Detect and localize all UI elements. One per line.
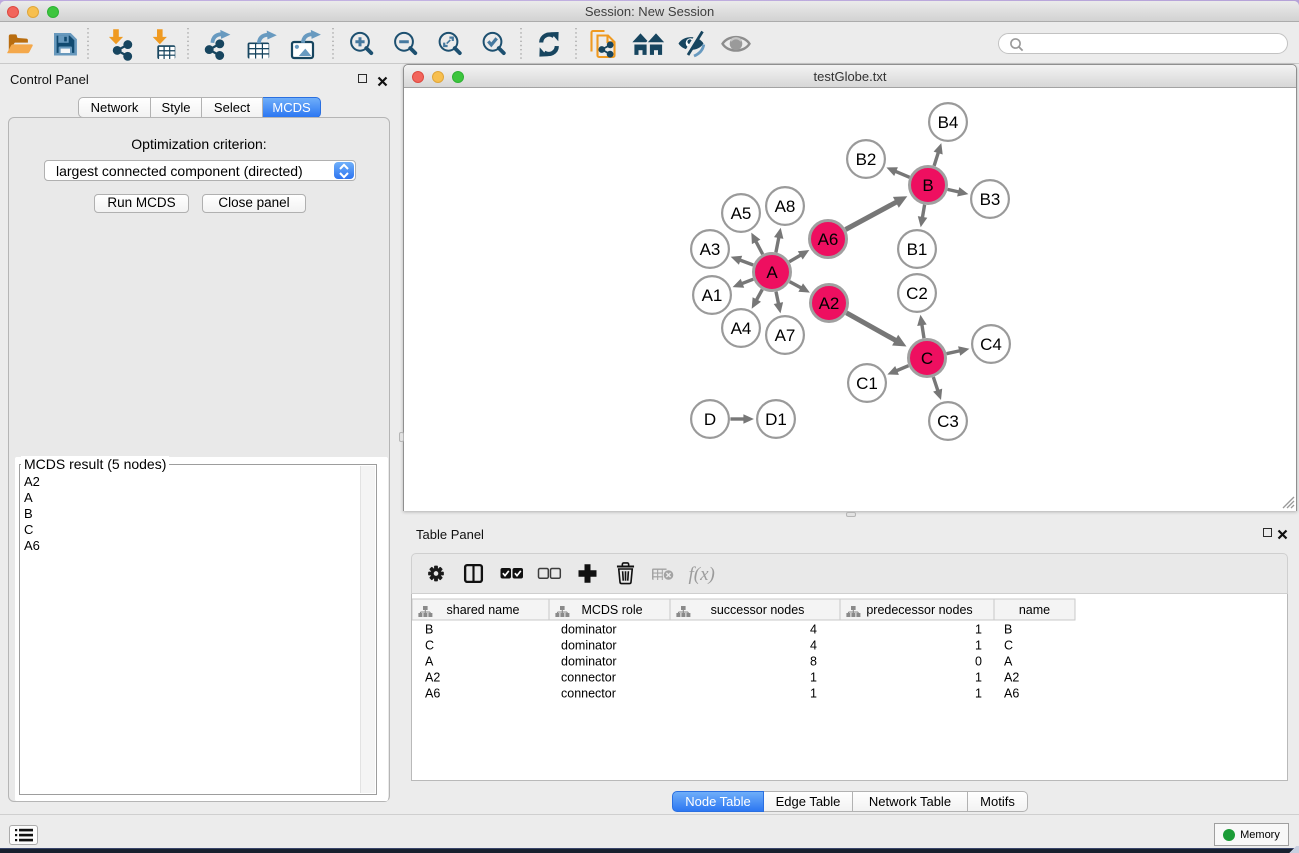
svg-text:A: A bbox=[425, 655, 434, 669]
svg-text:4: 4 bbox=[810, 623, 817, 637]
svg-text:1: 1 bbox=[975, 687, 982, 701]
svg-text:connector: connector bbox=[561, 687, 616, 701]
svg-text:A: A bbox=[1004, 655, 1013, 669]
svg-text:A4: A4 bbox=[731, 319, 752, 338]
svg-text:B: B bbox=[425, 623, 433, 637]
svg-text:D: D bbox=[704, 410, 716, 429]
svg-text:A2: A2 bbox=[1004, 671, 1019, 685]
svg-text:B3: B3 bbox=[980, 190, 1001, 209]
svg-text:f(x): f(x) bbox=[689, 564, 715, 585]
svg-text:1: 1 bbox=[810, 671, 817, 685]
svg-text:dominator: dominator bbox=[561, 655, 617, 669]
svg-text:name: name bbox=[1019, 603, 1050, 617]
svg-text:C2: C2 bbox=[906, 284, 928, 303]
svg-text:D1: D1 bbox=[765, 410, 787, 429]
svg-text:A2: A2 bbox=[425, 671, 440, 685]
svg-text:1: 1 bbox=[975, 639, 982, 653]
svg-text:connector: connector bbox=[561, 671, 616, 685]
svg-text:A8: A8 bbox=[775, 197, 796, 216]
svg-text:B: B bbox=[922, 176, 933, 195]
svg-text:shared name: shared name bbox=[447, 603, 520, 617]
svg-text:C1: C1 bbox=[856, 374, 878, 393]
svg-text:A6: A6 bbox=[425, 687, 440, 701]
svg-text:A: A bbox=[766, 263, 778, 282]
svg-text:C: C bbox=[921, 349, 933, 368]
svg-text:B1: B1 bbox=[907, 240, 928, 259]
svg-text:B2: B2 bbox=[856, 150, 877, 169]
svg-text:dominator: dominator bbox=[561, 623, 617, 637]
svg-text:A6: A6 bbox=[1004, 687, 1019, 701]
svg-text:MCDS role: MCDS role bbox=[581, 603, 642, 617]
svg-text:A7: A7 bbox=[775, 326, 796, 345]
svg-text:4: 4 bbox=[810, 639, 817, 653]
svg-text:B: B bbox=[1004, 623, 1012, 637]
svg-text:successor nodes: successor nodes bbox=[711, 603, 805, 617]
svg-text:C: C bbox=[1004, 639, 1013, 653]
svg-text:B4: B4 bbox=[938, 113, 959, 132]
svg-text:A1: A1 bbox=[702, 286, 723, 305]
svg-text:1: 1 bbox=[975, 671, 982, 685]
svg-text:8: 8 bbox=[810, 655, 817, 669]
svg-text:1: 1 bbox=[810, 687, 817, 701]
svg-text:A5: A5 bbox=[731, 204, 752, 223]
svg-text:1: 1 bbox=[975, 623, 982, 637]
svg-text:predecessor nodes: predecessor nodes bbox=[866, 603, 972, 617]
svg-text:0: 0 bbox=[975, 655, 982, 669]
svg-text:C3: C3 bbox=[937, 412, 959, 431]
svg-text:C: C bbox=[425, 639, 434, 653]
svg-text:A6: A6 bbox=[818, 230, 839, 249]
svg-text:A2: A2 bbox=[819, 294, 840, 313]
svg-text:C4: C4 bbox=[980, 335, 1002, 354]
svg-text:dominator: dominator bbox=[561, 639, 617, 653]
svg-text:A3: A3 bbox=[700, 240, 721, 259]
